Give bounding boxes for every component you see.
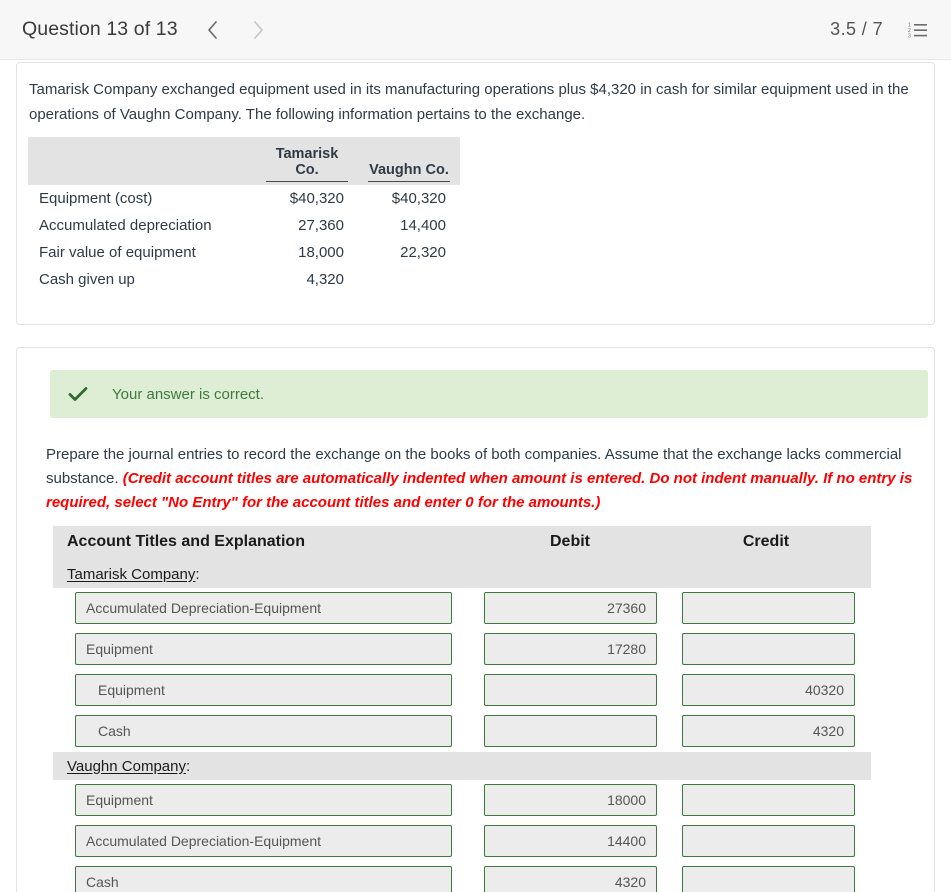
facts-row-label: Fair value of equipment (28, 239, 256, 266)
debit-amount-input[interactable] (484, 715, 657, 747)
credit-amount-input[interactable] (682, 674, 855, 706)
account-title-input[interactable] (75, 633, 452, 665)
facts-header-vaughn: Vaughn Co. (358, 137, 460, 185)
account-title-input[interactable] (75, 866, 452, 892)
journal-row (53, 629, 871, 670)
debit-amount-input[interactable] (484, 633, 657, 665)
debit-amount-input[interactable] (484, 825, 657, 857)
credit-amount-input[interactable] (682, 715, 855, 747)
column-header-debit: Debit (485, 533, 655, 551)
facts-header-blank (28, 137, 256, 185)
score-display: 3.5 / 7 (830, 19, 883, 40)
section-header-vaughn-colon: : (186, 758, 190, 775)
table-row: Equipment (cost) $40,320 $40,320 (28, 185, 460, 212)
question-prose: Tamarisk Company exchanged equipment use… (29, 77, 929, 127)
facts-table-head: Tamarisk Co. Vaughn Co. (28, 137, 460, 185)
top-header-bar: Question 13 of 13 3.5 / 7 1 2 3 (0, 0, 951, 60)
debit-amount-input[interactable] (484, 784, 657, 816)
table-row: Cash given up 4,320 (28, 266, 460, 293)
facts-row-tamarisk: 27,360 (256, 212, 358, 239)
debit-amount-input[interactable] (484, 674, 657, 706)
section-header-tamarisk: Tamarisk Company: (53, 560, 871, 588)
journal-row (53, 670, 871, 711)
numbered-list-icon[interactable]: 1 2 3 (907, 19, 929, 41)
debit-amount-input[interactable] (484, 866, 657, 892)
facts-table-body: Equipment (cost) $40,320 $40,320 Accumul… (28, 185, 460, 293)
instructions-note: (Credit account titles are automatically… (46, 470, 912, 511)
account-title-input[interactable] (75, 784, 452, 816)
svg-text:3: 3 (908, 33, 911, 39)
account-title-input[interactable] (75, 674, 452, 706)
facts-row-label: Equipment (cost) (28, 185, 256, 212)
account-title-input[interactable] (75, 715, 452, 747)
facts-row-label: Cash given up (28, 266, 256, 293)
facts-row-tamarisk: 18,000 (256, 239, 358, 266)
journal-entry-table: Account Titles and Explanation Debit Cre… (53, 526, 871, 892)
facts-row-vaughn: 14,400 (358, 212, 460, 239)
credit-amount-input[interactable] (682, 592, 855, 624)
facts-row-vaughn (358, 266, 460, 293)
facts-row-label: Accumulated depreciation (28, 212, 256, 239)
credit-amount-input[interactable] (682, 633, 855, 665)
facts-header-vaughn-label: Vaughn Co. (368, 162, 450, 182)
column-header-credit: Credit (681, 533, 851, 551)
facts-row-vaughn: $40,320 (358, 185, 460, 212)
table-row: Accumulated depreciation 27,360 14,400 (28, 212, 460, 239)
status-badge-text: Your answer is correct. (112, 386, 264, 403)
journal-row (53, 780, 871, 821)
section-header-vaughn-name: Vaughn Company (67, 758, 186, 775)
chevron-left-icon[interactable] (204, 19, 222, 41)
credit-amount-input[interactable] (682, 825, 855, 857)
journal-row (53, 862, 871, 892)
question-navigation (204, 19, 268, 41)
journal-row (53, 821, 871, 862)
facts-row-vaughn: 22,320 (358, 239, 460, 266)
page-title: Question 13 of 13 (22, 18, 178, 41)
check-icon (68, 386, 94, 402)
facts-row-tamarisk: $40,320 (256, 185, 358, 212)
answer-card: Your answer is correct. Prepare the jour… (16, 347, 935, 892)
account-title-input[interactable] (75, 592, 452, 624)
table-row: Fair value of equipment 18,000 22,320 (28, 239, 460, 266)
credit-amount-input[interactable] (682, 784, 855, 816)
chevron-right-icon[interactable] (250, 19, 268, 41)
facts-row-tamarisk: 4,320 (256, 266, 358, 293)
section-header-tamarisk-name: Tamarisk Company (67, 566, 195, 583)
credit-amount-input[interactable] (682, 866, 855, 892)
section-header-tamarisk-colon: : (195, 566, 199, 583)
status-badge: Your answer is correct. (50, 370, 928, 418)
account-title-input[interactable] (75, 825, 452, 857)
journal-header-row: Account Titles and Explanation Debit Cre… (53, 526, 871, 560)
facts-header-row: Tamarisk Co. Vaughn Co. (28, 137, 460, 185)
question-card: Tamarisk Company exchanged equipment use… (16, 62, 935, 325)
journal-row (53, 588, 871, 629)
instructions-text: Prepare the journal entries to record th… (46, 443, 936, 515)
exchange-facts-table: Tamarisk Co. Vaughn Co. Equipment (cost)… (28, 137, 460, 293)
facts-header-tamarisk: Tamarisk Co. (256, 137, 358, 185)
journal-row (53, 711, 871, 752)
column-header-account: Account Titles and Explanation (67, 533, 305, 551)
facts-header-tamarisk-label: Tamarisk Co. (266, 146, 348, 182)
section-header-vaughn: Vaughn Company: (53, 752, 871, 780)
debit-amount-input[interactable] (484, 592, 657, 624)
